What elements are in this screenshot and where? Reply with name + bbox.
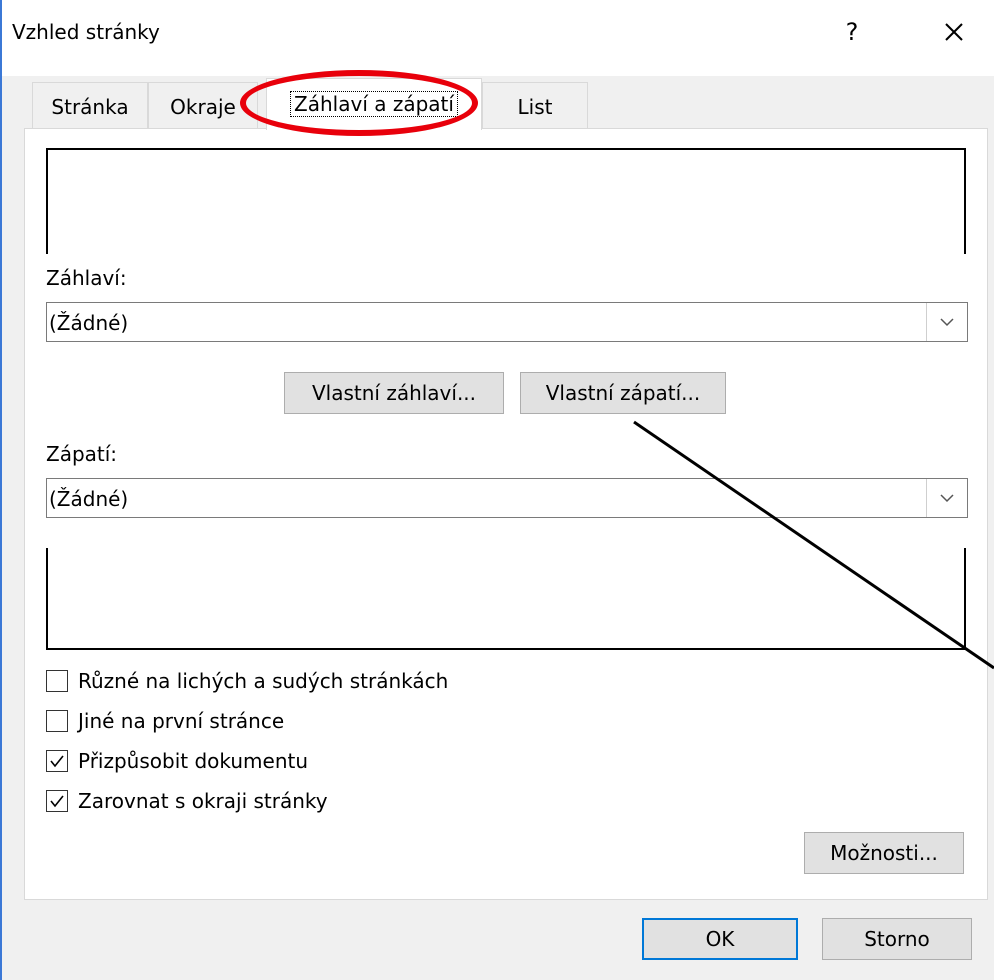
checkmark-icon <box>50 755 64 768</box>
checkbox-align-with-margins[interactable]: Zarovnat s okraji stránky <box>46 786 328 816</box>
chevron-down-icon <box>940 494 954 503</box>
header-label: Záhlaví: <box>46 266 127 290</box>
checkbox-box[interactable] <box>46 790 68 812</box>
options-button[interactable]: Možnosti... <box>804 832 964 874</box>
custom-header-button[interactable]: Vlastní záhlaví... <box>284 372 504 414</box>
checkbox-label: Různé na lichých a sudých stránkách <box>78 669 449 693</box>
footer-select-value: (Žádné) <box>49 487 129 511</box>
tab-page[interactable]: Stránka <box>32 82 148 130</box>
footer-dropdown-button[interactable] <box>926 479 967 517</box>
header-dropdown-button[interactable] <box>926 303 967 341</box>
chevron-down-icon <box>940 318 954 327</box>
dialog-title: Vzhled stránky <box>12 20 160 44</box>
header-preview <box>46 148 966 254</box>
checkbox-different-odd-even[interactable]: Různé na lichých a sudých stránkách <box>46 666 448 696</box>
checkbox-box[interactable] <box>46 670 68 692</box>
checkbox-different-first-page[interactable]: Jiné na první stránce <box>46 706 284 736</box>
footer-preview <box>46 548 966 650</box>
checkbox-label: Jiné na první stránce <box>78 709 285 733</box>
tab-header-footer[interactable]: Záhlaví a zápatí <box>266 78 482 130</box>
checkbox-scale-with-document[interactable]: Přizpůsobit dokumentu <box>46 746 308 776</box>
page-setup-dialog: Vzhled stránky ? Stránka Okraje Záhlaví … <box>0 0 994 980</box>
close-icon <box>945 23 963 41</box>
tab-margins-label: Okraje <box>170 95 236 119</box>
checkbox-box[interactable] <box>46 750 68 772</box>
checkbox-label: Přizpůsobit dokumentu <box>78 749 309 773</box>
checkmark-icon <box>50 795 64 808</box>
checkbox-label: Zarovnat s okraji stránky <box>78 789 328 813</box>
custom-footer-button[interactable]: Vlastní zápatí... <box>520 372 726 414</box>
close-button[interactable] <box>938 16 970 48</box>
help-button[interactable]: ? <box>840 18 864 46</box>
tab-sheet[interactable]: List <box>482 82 588 130</box>
footer-label: Zápatí: <box>46 442 118 466</box>
header-select[interactable]: (Žádné) <box>46 302 968 342</box>
tab-page-label: Stránka <box>51 95 129 119</box>
ok-button[interactable]: OK <box>642 918 798 960</box>
tab-sheet-label: List <box>517 95 553 119</box>
checkbox-box[interactable] <box>46 710 68 732</box>
tab-margins[interactable]: Okraje <box>148 82 258 130</box>
cancel-button[interactable]: Storno <box>822 918 972 960</box>
header-select-value: (Žádné) <box>49 311 129 335</box>
footer-select[interactable]: (Žádné) <box>46 478 968 518</box>
tab-header-footer-label: Záhlaví a zápatí <box>290 91 458 117</box>
title-bar: Vzhled stránky ? <box>2 0 994 76</box>
